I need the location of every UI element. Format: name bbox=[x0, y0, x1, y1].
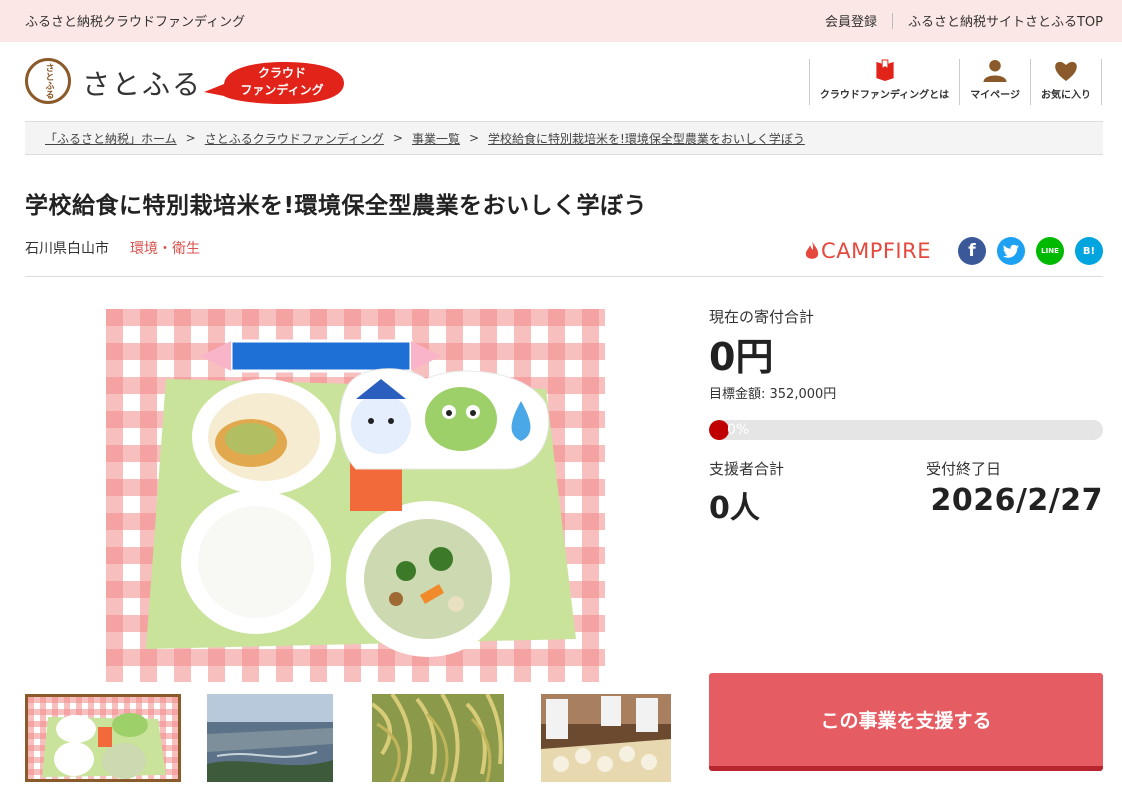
nav-favorites[interactable]: お気に入り bbox=[1031, 59, 1102, 105]
support-project-button[interactable]: この事業を支援する bbox=[709, 673, 1103, 771]
top-bar: ふるさと納税クラウドファンディング 会員登録 ふるさと納税サイトさとふるTOP bbox=[0, 0, 1122, 42]
main-project-photo[interactable] bbox=[106, 309, 605, 682]
campfire-text: CAMPFIRE bbox=[821, 239, 931, 263]
satofull-top-link[interactable]: ふるさと納税サイトさとふるTOP bbox=[908, 11, 1103, 30]
line-share-icon[interactable]: LINE bbox=[1036, 237, 1064, 265]
breadcrumb-current[interactable]: 学校給食に特別栽培米を!環境保全型農業をおいしく学ぼう bbox=[488, 130, 805, 147]
member-register-link[interactable]: 会員登録 bbox=[825, 11, 877, 30]
thumbnail-1[interactable] bbox=[25, 694, 181, 782]
supporters-count: 0人 bbox=[709, 491, 760, 526]
site-name: ふるさと納税クラウドファンディング bbox=[25, 15, 246, 30]
thumbnail-2[interactable] bbox=[207, 694, 333, 782]
hatena-bookmark-icon[interactable]: B! bbox=[1075, 237, 1103, 265]
share-bar: CAMPFIRE f LINE B! bbox=[805, 237, 1103, 265]
nav-label: マイページ bbox=[970, 90, 1020, 101]
nav-label: クラウドファンディングとは bbox=[819, 90, 950, 101]
facebook-letter: f bbox=[968, 241, 976, 261]
goal-amount: 目標金額: 352,000円 bbox=[709, 387, 837, 402]
thumbnail-4[interactable] bbox=[541, 694, 671, 782]
hatena-text: B! bbox=[1082, 245, 1096, 257]
current-amount-label: 現在の寄付合計 bbox=[709, 308, 815, 326]
crowdfunding-badge[interactable]: クラウド ファンディング bbox=[204, 60, 346, 106]
heart-icon bbox=[1055, 61, 1077, 81]
campfire-logo[interactable]: CAMPFIRE bbox=[805, 239, 931, 263]
line-text: LINE bbox=[1041, 247, 1059, 255]
current-amount: 0円 bbox=[709, 335, 774, 379]
logo-mark-text: さとふる bbox=[43, 63, 54, 99]
badge-line2: ファンディング bbox=[240, 83, 324, 97]
thumbnail-landscape-image bbox=[207, 694, 333, 782]
deadline-date: 2026/2/27 bbox=[930, 483, 1103, 518]
prefecture: 石川県白山市 bbox=[25, 241, 109, 257]
category-tag[interactable]: 環境・衛生 bbox=[130, 238, 200, 258]
supporters-label: 支援者合計 bbox=[709, 460, 785, 478]
deadline-label: 受付終了日 bbox=[926, 460, 1002, 478]
nav-label: お気に入り bbox=[1041, 90, 1091, 101]
twitter-share-icon[interactable] bbox=[997, 237, 1025, 265]
divider bbox=[891, 12, 893, 29]
progress-bar: 0% bbox=[709, 420, 1103, 440]
breadcrumb-separator: > bbox=[185, 131, 196, 145]
page-title: 学校給食に特別栽培米を!環境保全型農業をおいしく学ぼう bbox=[25, 193, 647, 219]
breadcrumb-separator: > bbox=[468, 131, 480, 145]
project-meta: 石川県白山市 環境・衛生 bbox=[25, 238, 200, 258]
top-links: 会員登録 ふるさと納税サイトさとふるTOP bbox=[825, 11, 1103, 30]
header: さとふる さとふる クラウド ファンディング クラウドファンディングとは マイペ… bbox=[0, 42, 1122, 120]
breadcrumb-home[interactable]: 「ふるさと納税」ホーム bbox=[45, 130, 177, 147]
flame-icon bbox=[805, 241, 819, 259]
nav-mypage[interactable]: マイページ bbox=[960, 59, 1031, 105]
thumbnail-strip bbox=[25, 694, 675, 782]
twitter-bird-icon bbox=[1003, 244, 1019, 258]
breadcrumb-separator: > bbox=[392, 131, 403, 145]
stats-panel: 現在の寄付合計 bbox=[709, 300, 1103, 327]
divider bbox=[25, 276, 1103, 277]
progress-fill bbox=[709, 420, 729, 440]
breadcrumb-project-list[interactable]: 事業一覧 bbox=[412, 130, 460, 147]
book-icon bbox=[875, 59, 894, 82]
school-lunch-image bbox=[106, 309, 605, 682]
badge-text: クラウド ファンディング bbox=[222, 65, 342, 99]
logo-mark[interactable]: さとふる bbox=[25, 58, 71, 104]
progress-text: 0% bbox=[727, 422, 750, 438]
badge-line1: クラウド bbox=[257, 66, 306, 80]
thumbnail-kitchen-image bbox=[541, 694, 671, 782]
thumbnail-lunch-image bbox=[28, 697, 178, 779]
logo-text[interactable]: さとふる bbox=[82, 63, 202, 103]
thumbnail-3[interactable] bbox=[372, 694, 504, 782]
nav-about-crowdfunding[interactable]: クラウドファンディングとは bbox=[810, 59, 961, 105]
thumbnail-rice-field-image bbox=[372, 694, 504, 782]
facebook-share-icon[interactable]: f bbox=[958, 237, 986, 265]
breadcrumb-crowdfunding[interactable]: さとふるクラウドファンディング bbox=[205, 130, 384, 147]
person-icon bbox=[983, 59, 1007, 82]
header-nav: クラウドファンディングとは マイページ お気に入り bbox=[808, 59, 1102, 105]
breadcrumb: 「ふるさと納税」ホーム > さとふるクラウドファンディング > 事業一覧 > 学… bbox=[25, 121, 1103, 155]
